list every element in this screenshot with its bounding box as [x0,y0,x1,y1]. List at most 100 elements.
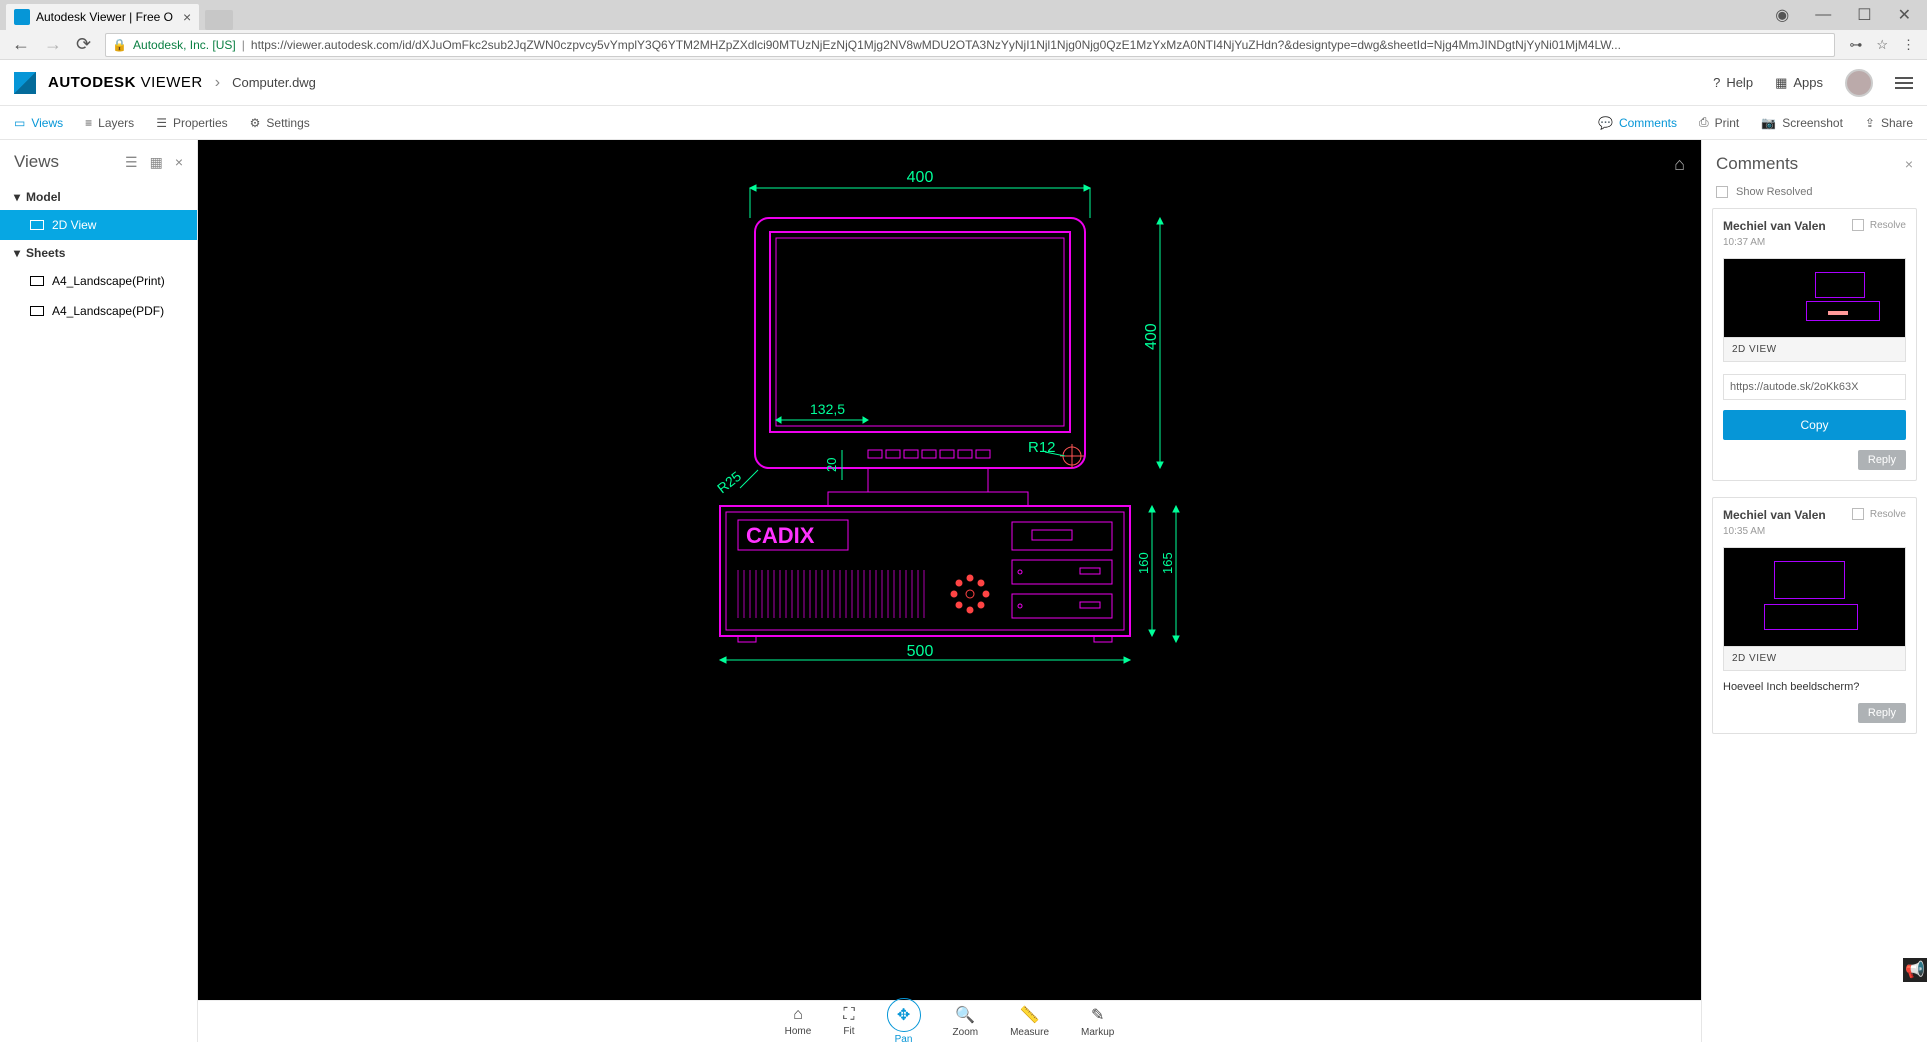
views-panel-title: Views [14,152,59,172]
settings-tab[interactable]: ⚙Settings [250,116,310,130]
url-text: https://viewer.autodesk.com/id/dXJuOmFkc… [251,38,1621,52]
svg-text:400: 400 [906,169,933,186]
comment-thread: Mechiel van Valen 10:35 AM Resolve 2D VI… [1712,497,1917,734]
checkbox-icon [1716,186,1728,198]
svg-text:132,5: 132,5 [810,401,845,417]
star-icon[interactable]: ☆ [1876,37,1888,53]
views-icon: ▭ [14,116,25,130]
show-resolved-toggle[interactable]: Show Resolved [1712,182,1917,208]
screenshot-button[interactable]: 📷Screenshot [1761,115,1843,130]
minimize-icon[interactable]: — [1815,6,1831,24]
resolve-toggle[interactable]: Resolve [1852,219,1906,231]
comment-author: Mechiel van Valen [1723,219,1826,233]
print-button[interactable]: ⎙Print [1699,115,1739,130]
url-input[interactable]: 🔒 Autodesk, Inc. [US] | https://viewer.a… [105,33,1835,57]
hamburger-menu-icon[interactable] [1895,77,1913,89]
resolve-toggle[interactable]: Resolve [1852,508,1906,520]
secure-label: Autodesk, Inc. [US] [133,38,236,52]
apps-icon: ▦ [1775,75,1787,91]
svg-text:160: 160 [1136,552,1151,574]
reply-button[interactable]: Reply [1858,703,1906,723]
print-icon: ⎙ [1699,115,1709,130]
comments-panel-title: Comments [1716,154,1798,174]
views-panel: Views ☰ ▦ × ▾ Model 2D View ▾ Sheets A4_… [0,140,198,1042]
help-button[interactable]: ?Help [1713,75,1753,90]
forward-icon[interactable]: → [44,34,62,55]
svg-text:400: 400 [1143,323,1160,350]
camera-icon: 📷 [1761,116,1776,130]
reload-icon[interactable]: ⟳ [76,34,91,55]
toolbar: ▭Views ≡Layers ☰Properties ⚙Settings 💬Co… [0,106,1927,140]
gear-icon: ⚙ [250,116,261,130]
bottom-nav: ⌂Home ⛶Fit ✥Pan 🔍Zoom 📏Measure ✎Markup [198,1000,1701,1042]
share-link-input[interactable]: https://autode.sk/2oKk63X [1723,374,1906,400]
key-icon[interactable]: ⊶ [1849,37,1862,53]
canvas-area: ⌂ 400 R12 [198,140,1701,1042]
breadcrumb-file[interactable]: Computer.dwg [232,75,316,90]
views-tab[interactable]: ▭Views [14,116,63,130]
tree-item-sheet-print[interactable]: A4_Landscape(Print) [0,266,197,296]
layers-tab[interactable]: ≡Layers [85,116,134,130]
chevron-right-icon: › [215,74,220,92]
comments-tab[interactable]: 💬Comments [1598,115,1677,130]
nav-pan[interactable]: ✥Pan [887,998,921,1045]
tree-group-model[interactable]: ▾ Model [0,184,197,210]
nav-markup[interactable]: ✎Markup [1081,1005,1114,1038]
home-icon: ⌂ [793,1006,803,1024]
window-controls: ◉ — ☐ ✕ [1775,0,1927,30]
share-icon: ⇪ [1865,116,1875,130]
browser-menu-icon[interactable]: ⋮ [1902,37,1915,53]
comments-panel: Comments × Show Resolved Mechiel van Val… [1701,140,1927,1042]
tree-group-sheets[interactable]: ▾ Sheets [0,240,197,266]
apps-button[interactable]: ▦Apps [1775,75,1823,91]
fit-icon: ⛶ [843,1006,854,1024]
comment-body: Hoeveel Inch beeldscherm? [1723,681,1906,693]
comment-caption: 2D VIEW [1723,338,1906,362]
comments-icon: 💬 [1598,116,1613,130]
browser-tab[interactable]: Autodesk Viewer | Free O × [6,4,199,30]
drawing-canvas[interactable]: ⌂ 400 R12 [198,140,1701,1006]
sheet-icon [30,306,44,316]
close-window-icon[interactable]: ✕ [1898,5,1911,25]
comment-thumbnail[interactable] [1723,258,1906,338]
svg-text:R25: R25 [713,468,743,497]
reply-button[interactable]: Reply [1858,450,1906,470]
address-bar: ← → ⟳ 🔒 Autodesk, Inc. [US] | https://vi… [0,30,1927,60]
close-tab-icon[interactable]: × [183,9,191,25]
help-icon: ? [1713,75,1720,90]
home-view-icon[interactable]: ⌂ [1674,154,1685,175]
brand: AUTODESK VIEWER [48,74,203,91]
avatar[interactable] [1845,69,1873,97]
tree-item-sheet-pdf[interactable]: A4_Landscape(PDF) [0,296,197,326]
svg-text:20: 20 [824,458,839,472]
comment-caption: 2D VIEW [1723,647,1906,671]
nav-measure[interactable]: 📏Measure [1010,1005,1049,1038]
tab-title: Autodesk Viewer | Free O [36,10,173,24]
back-icon[interactable]: ← [12,34,30,55]
comment-author: Mechiel van Valen [1723,508,1826,522]
close-comments-icon[interactable]: × [1905,156,1913,172]
nav-fit[interactable]: ⛶Fit [843,1006,854,1037]
feedback-tab[interactable]: 📢 [1903,958,1927,982]
comment-thumbnail[interactable] [1723,547,1906,647]
list-icon[interactable]: ☰ [125,154,138,171]
cad-drawing: 400 R12 132,5 R25 20 [600,140,1300,780]
sheet-icon [30,220,44,230]
account-icon[interactable]: ◉ [1775,5,1789,25]
properties-icon: ☰ [156,116,167,130]
lock-icon: 🔒 [112,38,127,52]
share-button[interactable]: ⇪Share [1865,115,1913,130]
close-panel-icon[interactable]: × [175,154,183,171]
nav-home[interactable]: ⌂Home [785,1006,812,1037]
new-tab-button[interactable] [205,10,233,30]
app-header: AUTODESK VIEWER › Computer.dwg ?Help ▦Ap… [0,60,1927,106]
svg-text:CADIX: CADIX [746,523,815,548]
copy-button[interactable]: Copy [1723,410,1906,440]
tree-item-2d-view[interactable]: 2D View [0,210,197,240]
properties-tab[interactable]: ☰Properties [156,116,227,130]
grid-icon[interactable]: ▦ [150,154,163,171]
pan-icon: ✥ [887,998,921,1032]
nav-zoom[interactable]: 🔍Zoom [953,1005,979,1038]
maximize-icon[interactable]: ☐ [1857,5,1871,25]
comment-thread: Mechiel van Valen 10:37 AM Resolve 2D VI… [1712,208,1917,481]
